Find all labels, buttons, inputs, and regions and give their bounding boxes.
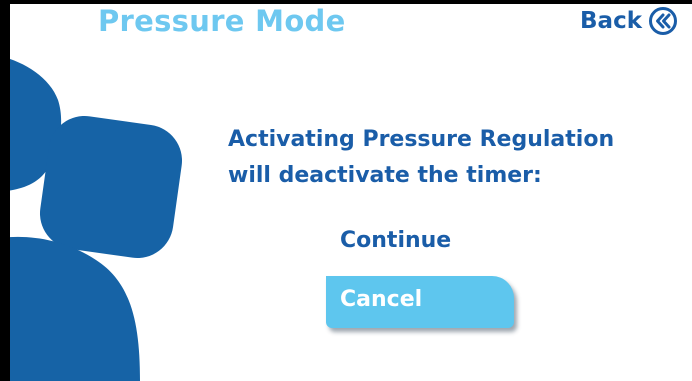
decorative-tile-middle	[39, 115, 183, 259]
double-chevron-left-icon	[649, 7, 677, 35]
confirmation-message: Activating Pressure Regulation will deac…	[228, 122, 614, 194]
decorative-tile-bottom	[0, 236, 140, 381]
decorative-tiles	[0, 56, 183, 381]
message-line-2: will deactivate the timer:	[228, 163, 542, 188]
back-label: Back	[580, 8, 642, 34]
cancel-button[interactable]: Cancel	[326, 276, 514, 328]
message-line-1: Activating Pressure Regulation	[228, 127, 615, 152]
cancel-label: Cancel	[340, 287, 423, 312]
back-button[interactable]: Back	[580, 6, 678, 36]
frame-left-border	[0, 0, 10, 381]
pressure-mode-screen: Pressure Mode Back Activating Pressure R…	[0, 0, 692, 381]
continue-button[interactable]: Continue	[340, 228, 451, 253]
page-title: Pressure Mode	[98, 4, 346, 38]
